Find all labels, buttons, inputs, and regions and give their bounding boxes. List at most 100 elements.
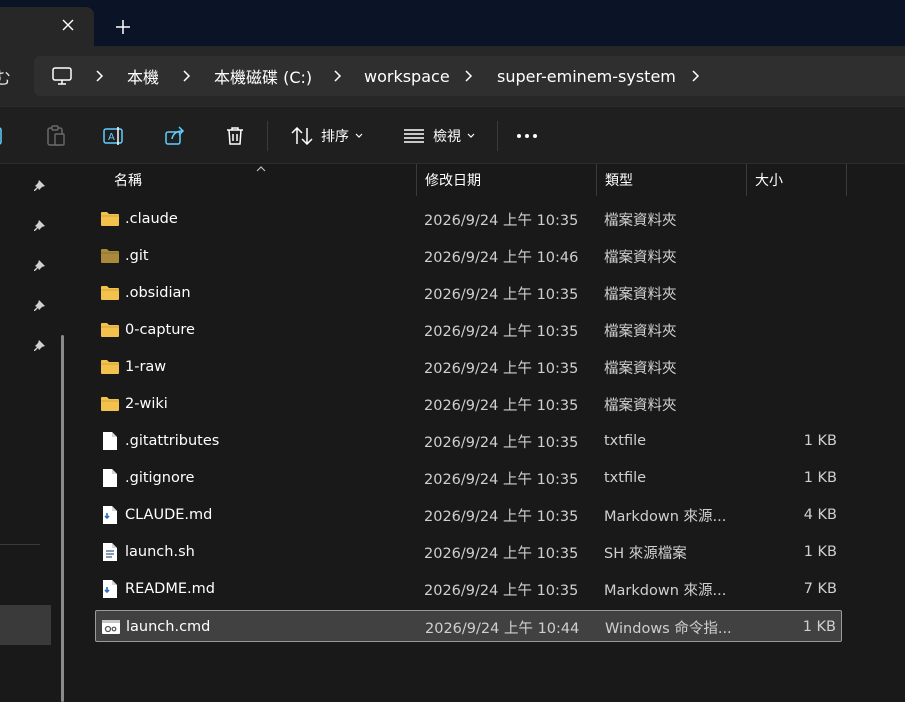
chevron-down-icon [467, 133, 475, 138]
file-modified-date: 2026/9/24 上午 10:44 [425, 620, 580, 637]
delete-button[interactable] [219, 119, 251, 153]
file-modified-date: 2026/9/24 上午 10:35 [424, 212, 579, 229]
file-name: .gitattributes [125, 433, 220, 449]
pin-icon[interactable] [31, 217, 49, 235]
navigation-pane [0, 164, 76, 702]
active-tab[interactable] [0, 7, 94, 46]
file-size: 1 KB [802, 619, 836, 635]
view-icon [404, 129, 424, 143]
file-name: .obsidian [125, 285, 191, 301]
file-row[interactable]: .gitattributes 2026/9/24 上午 10:35 txtfile 1… [95, 425, 842, 457]
pin-icon[interactable] [31, 177, 49, 195]
folder-icon [100, 357, 120, 377]
breadcrumb-workspace[interactable]: workspace [364, 56, 450, 96]
markdown-file-icon [100, 505, 120, 525]
file-row[interactable]: README.md 2026/9/24 上午 10:35 Markdown 來源..… [95, 573, 842, 605]
file-row[interactable]: 1-raw 2026/9/24 上午 10:35 檔案資料夾 [95, 351, 842, 383]
file-row[interactable]: 0-capture 2026/9/24 上午 10:35 檔案資料夾 [95, 314, 842, 346]
pin-icon[interactable] [31, 257, 49, 275]
file-name: .git [125, 248, 149, 264]
file-modified-date: 2026/9/24 上午 10:35 [424, 397, 579, 414]
rename-button[interactable]: A [98, 119, 130, 153]
folder-dim-icon [100, 246, 120, 266]
file-name: 0-capture [125, 322, 195, 338]
file-icon [100, 468, 120, 488]
file-row[interactable]: CLAUDE.md 2026/9/24 上午 10:35 Markdown 來源..… [95, 499, 842, 531]
file-size: 1 KB [803, 544, 837, 560]
file-type: 檔案資料夾 [604, 360, 677, 377]
share-button[interactable] [159, 119, 191, 153]
sort-label: 排序 [321, 129, 349, 145]
file-modified-date: 2026/9/24 上午 10:35 [424, 434, 579, 451]
column-header-date[interactable]: 修改日期 [417, 164, 596, 196]
chevron-right-icon[interactable] [689, 68, 703, 84]
file-row[interactable]: .git 2026/9/24 上午 10:46 檔案資料夾 [95, 240, 842, 272]
this-pc-icon[interactable] [52, 56, 72, 96]
address-bar-region: む 本機 本機磁碟 (C:) workspace super-eminem-sy… [0, 46, 905, 106]
markdown-file-icon [100, 579, 120, 599]
file-row[interactable]: .obsidian 2026/9/24 上午 10:35 檔案資料夾 [95, 277, 842, 309]
file-row[interactable]: launch.sh 2026/9/24 上午 10:35 SH 來源檔案 1 KB [95, 536, 842, 568]
file-type: Windows 命令指... [605, 620, 732, 637]
chevron-right-icon[interactable] [180, 68, 194, 84]
file-name: 2-wiki [125, 396, 168, 412]
address-bar[interactable]: 本機 本機磁碟 (C:) workspace super-eminem-syst… [34, 56, 905, 96]
file-name: launch.cmd [126, 619, 211, 635]
folder-icon [100, 209, 120, 229]
file-row[interactable]: .gitignore 2026/9/24 上午 10:35 txtfile 1 KB [95, 462, 842, 494]
file-type: 檔案資料夾 [604, 212, 677, 229]
file-name: 1-raw [125, 359, 167, 375]
command-divider [497, 121, 498, 151]
breadcrumb-current-folder[interactable]: super-eminem-system [497, 56, 676, 96]
file-modified-date: 2026/9/24 上午 10:35 [424, 471, 579, 488]
svg-text:A: A [108, 132, 115, 143]
pin-icon[interactable] [31, 297, 49, 315]
view-button[interactable]: 檢視 [398, 119, 480, 153]
chevron-down-icon [355, 133, 363, 138]
file-name: launch.sh [125, 544, 195, 560]
file-name: README.md [125, 581, 215, 597]
chevron-right-icon[interactable] [462, 68, 476, 84]
copy-button-partial[interactable] [0, 119, 6, 153]
more-icon [517, 134, 537, 138]
command-divider [267, 121, 268, 151]
sidebar-selected-item[interactable] [0, 605, 51, 645]
file-name: .gitignore [125, 470, 195, 486]
file-icon [100, 431, 120, 451]
file-type: 檔案資料夾 [604, 323, 677, 340]
column-header-name[interactable]: 名稱 [106, 164, 416, 196]
close-tab-icon[interactable] [58, 15, 78, 35]
file-modified-date: 2026/9/24 上午 10:35 [424, 323, 579, 340]
breadcrumb-local-disk[interactable]: 本機磁碟 (C:) [214, 56, 312, 96]
file-modified-date: 2026/9/24 上午 10:46 [424, 249, 579, 266]
file-type: txtfile [604, 433, 647, 449]
command-bar: A 排序 檢視 [0, 106, 905, 164]
chevron-right-icon[interactable] [93, 68, 107, 84]
breadcrumb-this-pc[interactable]: 本機 [127, 56, 159, 96]
cmd-file-icon [101, 617, 121, 637]
file-type: 檔案資料夾 [604, 397, 677, 414]
more-options-button[interactable] [511, 119, 543, 153]
new-tab-icon[interactable] [112, 16, 134, 38]
pin-icon[interactable] [31, 337, 49, 355]
sort-icon [291, 127, 313, 145]
column-divider[interactable] [846, 164, 847, 196]
sidebar-scrollbar[interactable] [61, 335, 64, 702]
file-size: 7 KB [803, 581, 837, 597]
chevron-right-icon[interactable] [331, 68, 345, 84]
column-header-type[interactable]: 類型 [597, 164, 746, 196]
file-row[interactable]: launch.cmd 2026/9/24 上午 10:44 Windows 命令指.… [95, 610, 842, 642]
sidebar-divider [0, 544, 40, 545]
file-type: SH 來源檔案 [604, 545, 687, 562]
title-bar [0, 0, 905, 46]
nav-button-partial[interactable]: む [0, 64, 11, 89]
file-row[interactable]: .claude 2026/9/24 上午 10:35 檔案資料夾 [95, 203, 842, 235]
column-header-size[interactable]: 大小 [747, 164, 846, 196]
file-row[interactable]: 2-wiki 2026/9/24 上午 10:35 檔案資料夾 [95, 388, 842, 420]
file-type: Markdown 來源... [604, 582, 727, 599]
file-type: Markdown 來源... [604, 508, 727, 525]
folder-icon [100, 394, 120, 414]
sort-button[interactable]: 排序 [286, 119, 368, 153]
paste-button[interactable] [40, 119, 72, 153]
file-name: CLAUDE.md [125, 507, 213, 523]
